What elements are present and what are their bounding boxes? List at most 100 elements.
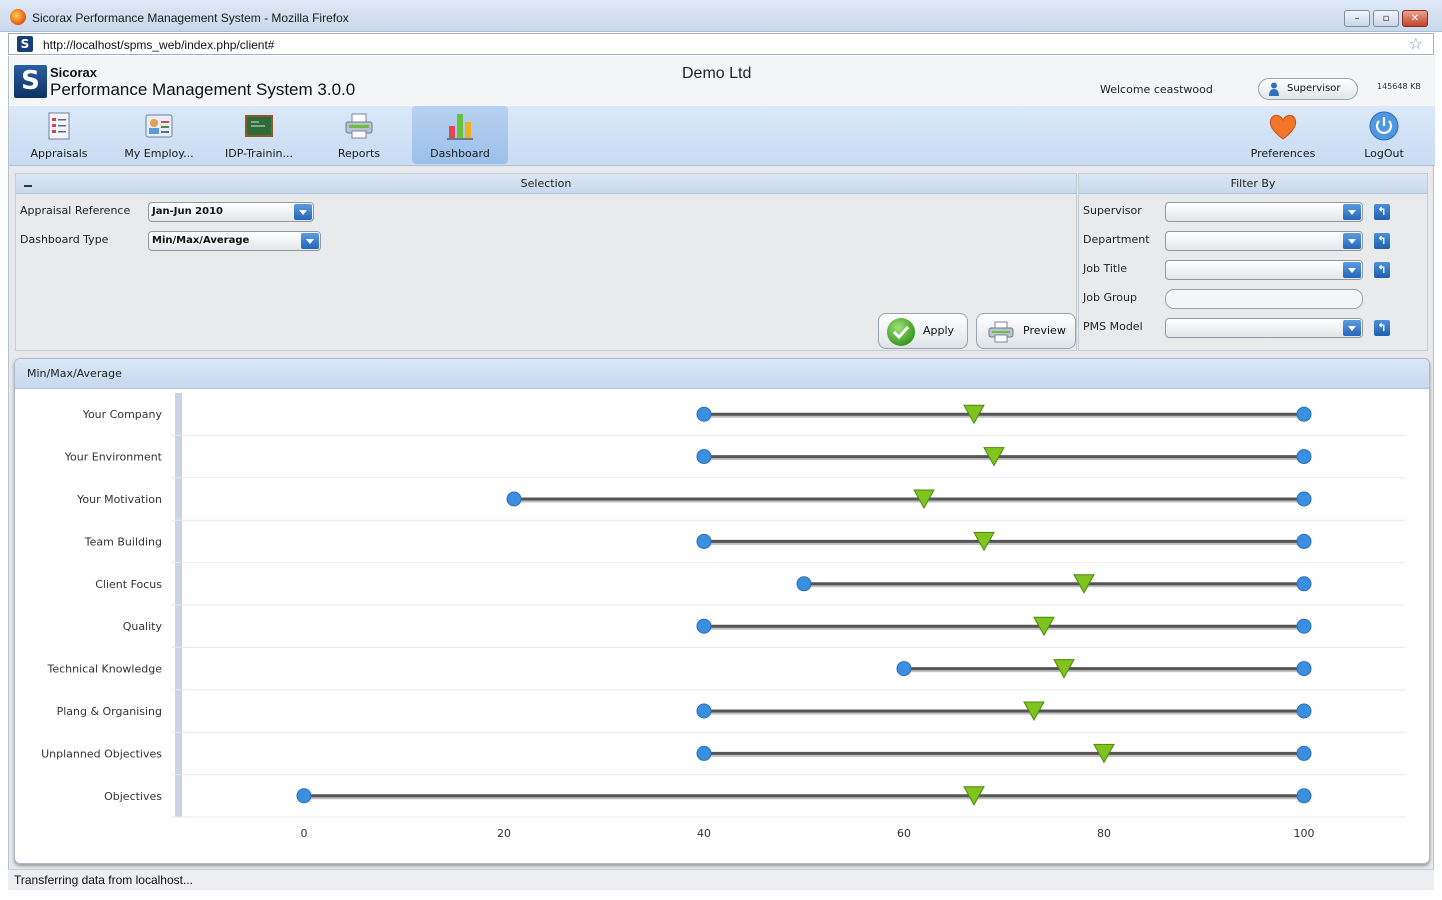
dashboard-type-select[interactable]: Min/Max/Average [148, 231, 321, 251]
product-name: Performance Management System 3.0.0 [50, 80, 356, 99]
close-window-button[interactable]: ✕ [1402, 10, 1428, 27]
apply-button[interactable]: Apply [878, 313, 968, 349]
heart-icon [1269, 114, 1297, 140]
url-text[interactable]: http://localhost/spms_web/index.php/clie… [43, 38, 274, 52]
x-tick-label: 40 [697, 827, 711, 840]
toolbar-my-employees[interactable]: My Employ... [111, 106, 207, 164]
supervisor-label: Supervisor [1083, 204, 1142, 217]
toolbar-label: Appraisals [30, 147, 88, 160]
category-label: Your Company [82, 408, 163, 421]
toolbar-preferences[interactable]: Preferences [1235, 106, 1331, 164]
min-marker [296, 788, 312, 804]
x-tick-label: 0 [301, 827, 308, 840]
category-label: Objectives [104, 790, 162, 803]
collapse-icon[interactable] [24, 185, 32, 187]
x-tick-label: 80 [1097, 827, 1111, 840]
chart-panel: Min/Max/Average Your Company Your Environ… [14, 358, 1430, 864]
appraisals-icon [48, 112, 70, 140]
firefox-icon [10, 9, 26, 25]
bookmark-star-icon[interactable]: ☆ [1409, 34, 1423, 53]
toolbar-dashboard[interactable]: Dashboard [412, 106, 508, 164]
appraisal-reference-select[interactable]: Jan-Jun 2010 [148, 202, 314, 222]
person-icon [1269, 82, 1279, 96]
chevron-down-icon[interactable] [1343, 320, 1361, 336]
appraisal-reference-value: Jan-Jun 2010 [152, 206, 224, 217]
x-tick-label: 20 [497, 827, 511, 840]
selection-header: Selection [16, 174, 1076, 194]
category-label: Your Environment [64, 451, 163, 464]
training-board-icon [245, 115, 273, 137]
min-marker [696, 745, 712, 761]
min-marker [696, 533, 712, 549]
job-group-input[interactable] [1165, 289, 1363, 309]
filter-title: Filter By [1230, 177, 1276, 190]
min-marker [696, 703, 712, 719]
minimize-button[interactable]: – [1344, 10, 1370, 27]
toolbar-label: Preferences [1250, 147, 1316, 160]
preview-label: Preview [1023, 324, 1066, 337]
max-marker [1296, 449, 1312, 465]
toolbar-logout[interactable]: LogOut [1336, 106, 1432, 164]
x-tick-label: 60 [897, 827, 911, 840]
department-label: Department [1083, 233, 1150, 246]
category-label: Quality [123, 620, 163, 633]
printer-icon [988, 321, 1014, 343]
pms-model-select[interactable] [1165, 318, 1363, 338]
job-title-reset-icon[interactable]: ↰ [1374, 262, 1390, 278]
supervisor-reset-icon[interactable]: ↰ [1374, 204, 1390, 220]
pms-model-label: PMS Model [1083, 320, 1143, 333]
apply-label: Apply [923, 324, 955, 337]
power-icon [1369, 111, 1399, 141]
company-name: Demo Ltd [682, 65, 752, 82]
category-label: Team Building [84, 535, 162, 548]
app-header: S Sicorax Performance Management System … [9, 56, 1435, 106]
supervisor-select[interactable] [1165, 202, 1363, 222]
category-label: Plang & Organising [57, 705, 162, 718]
toolbar-label: LogOut [1364, 147, 1404, 160]
toolbar-label: IDP-Trainin... [225, 147, 293, 160]
role-label: Supervisor [1287, 83, 1341, 94]
max-marker [1296, 576, 1312, 592]
max-marker [1296, 618, 1312, 634]
toolbar-reports[interactable]: Reports [311, 106, 407, 164]
sicorax-logo: S [14, 65, 47, 98]
chevron-down-icon[interactable] [301, 233, 319, 249]
chevron-down-icon[interactable] [1343, 204, 1361, 220]
chevron-down-icon[interactable] [1343, 262, 1361, 278]
job-group-label: Job Group [1083, 291, 1137, 304]
chevron-down-icon[interactable] [294, 204, 312, 220]
department-select[interactable] [1165, 231, 1363, 251]
welcome-text: Welcome ceastwood [1100, 83, 1213, 96]
site-favicon-icon: S [17, 36, 33, 52]
job-title-label: Job Title [1083, 262, 1128, 275]
max-marker [1296, 406, 1312, 422]
role-button[interactable]: Supervisor [1258, 78, 1358, 100]
address-bar[interactable]: S http://localhost/spms_web/index.php/cl… [8, 33, 1434, 55]
min-marker [696, 618, 712, 634]
memory-usage: 145648 KB [1377, 82, 1421, 91]
preview-button[interactable]: Preview [976, 313, 1076, 349]
department-reset-icon[interactable]: ↰ [1374, 233, 1390, 249]
app-frame: S Sicorax Performance Management System … [8, 56, 1435, 890]
status-text: Transferring data from localhost... [14, 873, 193, 887]
pms-model-reset-icon[interactable]: ↰ [1374, 320, 1390, 336]
category-label: Your Motivation [76, 493, 162, 506]
category-label: Technical Knowledge [47, 663, 163, 676]
max-marker [1296, 788, 1312, 804]
toolbar-idp-training[interactable]: IDP-Trainin... [211, 106, 307, 164]
toolbar-label: My Employ... [124, 147, 194, 160]
max-marker [1296, 533, 1312, 549]
x-tick-label: 100 [1294, 827, 1315, 840]
printer-icon [345, 113, 373, 139]
min-marker [896, 661, 912, 677]
chevron-down-icon[interactable] [1343, 233, 1361, 249]
maximize-button[interactable]: ▫ [1373, 10, 1399, 27]
checkmark-icon [887, 318, 915, 346]
appraisal-reference-label: Appraisal Reference [20, 204, 131, 217]
toolbar-appraisals[interactable]: Appraisals [11, 106, 107, 164]
dashboard-type-value: Min/Max/Average [152, 235, 250, 246]
job-title-select[interactable] [1165, 260, 1363, 280]
toolbar-label: Reports [337, 147, 381, 160]
selection-panel: Selection Appraisal Reference Jan-Jun 20… [15, 173, 1077, 351]
min-marker [696, 449, 712, 465]
